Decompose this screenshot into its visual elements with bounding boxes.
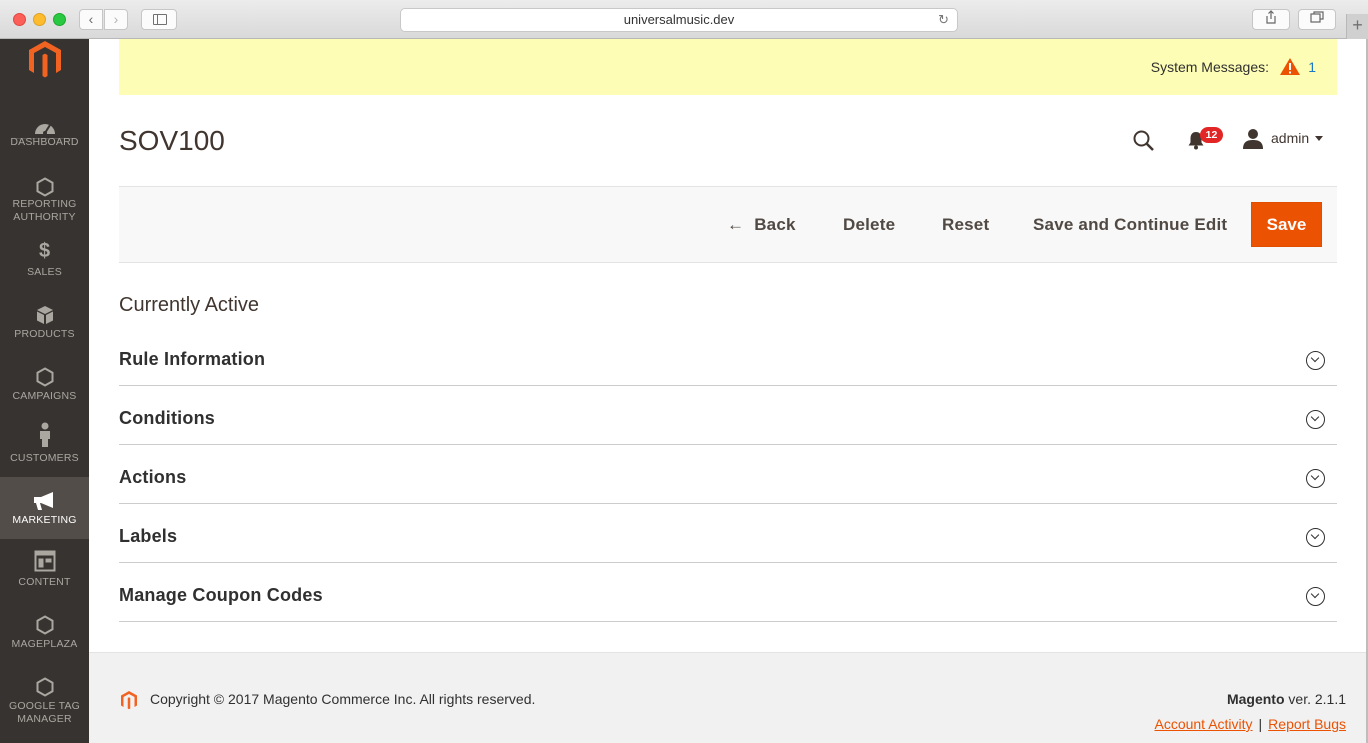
nav-item-marketing[interactable]: MARKETING bbox=[0, 477, 89, 539]
chevron-down-icon[interactable] bbox=[1306, 410, 1325, 429]
page-footer: Copyright © 2017 Magento Commerce Inc. A… bbox=[89, 652, 1368, 743]
copyright-text: Copyright © 2017 Magento Commerce Inc. A… bbox=[150, 691, 536, 707]
nav-label-line1: GOOGLE TAG bbox=[8, 700, 81, 712]
new-tab-button[interactable]: + bbox=[1346, 14, 1368, 39]
version-text: ver. 2.1.1 bbox=[1284, 691, 1346, 707]
section-conditions[interactable]: Conditions bbox=[119, 386, 1337, 445]
sidebar-icon bbox=[153, 14, 167, 25]
save-and-continue-button[interactable]: Save and Continue Edit bbox=[1033, 215, 1227, 235]
delete-button[interactable]: Delete bbox=[843, 215, 895, 235]
page-actions-bar: ← Back Delete Reset Save and Continue Edi… bbox=[119, 186, 1337, 263]
warning-icon[interactable] bbox=[1279, 57, 1301, 76]
nav-item-campaigns[interactable]: CAMPAIGNS bbox=[0, 359, 89, 421]
brand-name: Magento bbox=[1226, 691, 1285, 707]
person-icon bbox=[39, 422, 50, 447]
nav-item-google-tag-manager[interactable]: GOOGLE TAG MANAGER bbox=[0, 669, 89, 731]
system-messages-label: System Messages: bbox=[1150, 59, 1269, 75]
hexagon-icon bbox=[36, 177, 53, 197]
browser-toolbar: ‹ › universalmusic.dev ↻ + bbox=[0, 0, 1368, 39]
nav-label: MAGEPLAZA bbox=[11, 638, 78, 650]
nav-item-products[interactable]: PRODUCTS bbox=[0, 297, 89, 359]
nav-label-line2: MANAGER bbox=[17, 713, 72, 725]
caret-down-icon[interactable] bbox=[1315, 136, 1323, 141]
nav-label: CUSTOMERS bbox=[10, 452, 79, 464]
nav-item-customers[interactable]: CUSTOMERS bbox=[0, 421, 89, 483]
dashboard-icon bbox=[34, 124, 55, 135]
arrow-left-icon: ← bbox=[727, 215, 745, 234]
section-actions[interactable]: Actions bbox=[119, 445, 1337, 504]
search-icon[interactable] bbox=[1132, 129, 1156, 153]
back-label: Back bbox=[754, 215, 796, 234]
system-messages-bar: System Messages: 1 bbox=[119, 39, 1337, 95]
share-icon bbox=[1266, 10, 1276, 24]
nav-label-line2: AUTHORITY bbox=[13, 211, 76, 223]
tab-overview-button[interactable] bbox=[1298, 9, 1336, 30]
chevron-down-icon[interactable] bbox=[1306, 469, 1325, 488]
link-separator: | bbox=[1258, 716, 1263, 732]
chevron-down-icon[interactable] bbox=[1306, 587, 1325, 606]
section-title: Rule Information bbox=[119, 349, 266, 369]
nav-item-mageplaza[interactable]: MAGEPLAZA bbox=[0, 607, 89, 669]
page-title: SOV100 bbox=[119, 125, 225, 156]
nav-item-dashboard[interactable]: DASHBOARD bbox=[0, 105, 89, 167]
section-title: Labels bbox=[119, 526, 178, 546]
nav-item-content[interactable]: CONTENT bbox=[0, 545, 89, 607]
window-maximize-button[interactable] bbox=[53, 13, 66, 26]
user-icon[interactable] bbox=[1242, 128, 1264, 150]
report-bugs-link[interactable]: Report Bugs bbox=[1268, 716, 1346, 732]
address-bar[interactable]: universalmusic.dev ↻ bbox=[400, 8, 958, 32]
section-title: Manage Coupon Codes bbox=[119, 585, 323, 605]
window-close-button[interactable] bbox=[13, 13, 26, 26]
tabs-icon bbox=[1310, 11, 1324, 23]
rule-status-heading: Currently Active bbox=[119, 294, 260, 316]
magento-logo-icon bbox=[29, 41, 61, 78]
nav-item-sales[interactable]: $ SALES bbox=[0, 237, 89, 299]
hexagon-icon bbox=[36, 367, 53, 387]
nav-label: PRODUCTS bbox=[14, 328, 75, 340]
section-rule-information[interactable]: Rule Information bbox=[119, 327, 1337, 386]
version-info: Magento ver. 2.1.1 bbox=[1227, 691, 1346, 707]
nav-label: CONTENT bbox=[18, 576, 71, 588]
section-labels[interactable]: Labels bbox=[119, 504, 1337, 563]
admin-sidebar: DASHBOARD REPORTING AUTHORITY $ SALES PR… bbox=[0, 39, 89, 743]
nav-label: DASHBOARD bbox=[10, 136, 79, 148]
magento-logo[interactable] bbox=[25, 39, 65, 79]
chevron-down-icon[interactable] bbox=[1306, 351, 1325, 370]
megaphone-icon bbox=[33, 492, 53, 510]
nav-label: CAMPAIGNS bbox=[12, 390, 77, 402]
browser-forward-button[interactable]: › bbox=[104, 9, 128, 30]
nav-label-line1: REPORTING bbox=[12, 198, 77, 210]
hexagon-icon bbox=[36, 615, 53, 635]
browser-sidebar-button[interactable] bbox=[141, 9, 177, 30]
system-messages-count[interactable]: 1 bbox=[1308, 59, 1316, 75]
share-button[interactable] bbox=[1252, 9, 1290, 30]
browser-back-button[interactable]: ‹ bbox=[79, 9, 103, 30]
magento-footer-logo-icon bbox=[121, 691, 137, 710]
hexagon-icon bbox=[36, 677, 53, 697]
section-title: Conditions bbox=[119, 408, 215, 428]
window-minimize-button[interactable] bbox=[33, 13, 46, 26]
save-button[interactable]: Save bbox=[1251, 202, 1322, 247]
url-text: universalmusic.dev bbox=[623, 12, 735, 27]
reset-button[interactable]: Reset bbox=[942, 215, 989, 235]
reload-icon[interactable]: ↻ bbox=[938, 9, 949, 31]
user-menu-name[interactable]: admin bbox=[1271, 130, 1309, 146]
page-content: System Messages: 1 SOV100 12 admin ← Back… bbox=[89, 39, 1368, 743]
account-activity-link[interactable]: Account Activity bbox=[1154, 716, 1252, 732]
section-manage-coupon-codes[interactable]: Manage Coupon Codes bbox=[119, 563, 1337, 622]
section-title: Actions bbox=[119, 467, 187, 487]
box-icon bbox=[36, 306, 53, 324]
nav-label: MARKETING bbox=[12, 514, 77, 526]
notifications-badge[interactable]: 12 bbox=[1200, 127, 1223, 143]
back-button[interactable]: ← Back bbox=[727, 215, 796, 235]
chevron-down-icon[interactable] bbox=[1306, 528, 1325, 547]
layout-icon bbox=[34, 550, 55, 572]
dollar-icon: $ bbox=[38, 239, 51, 262]
nav-label: SALES bbox=[27, 266, 62, 278]
nav-item-reporting-authority[interactable]: REPORTING AUTHORITY bbox=[0, 167, 89, 229]
footer-links: Account Activity | Report Bugs bbox=[1154, 716, 1346, 732]
